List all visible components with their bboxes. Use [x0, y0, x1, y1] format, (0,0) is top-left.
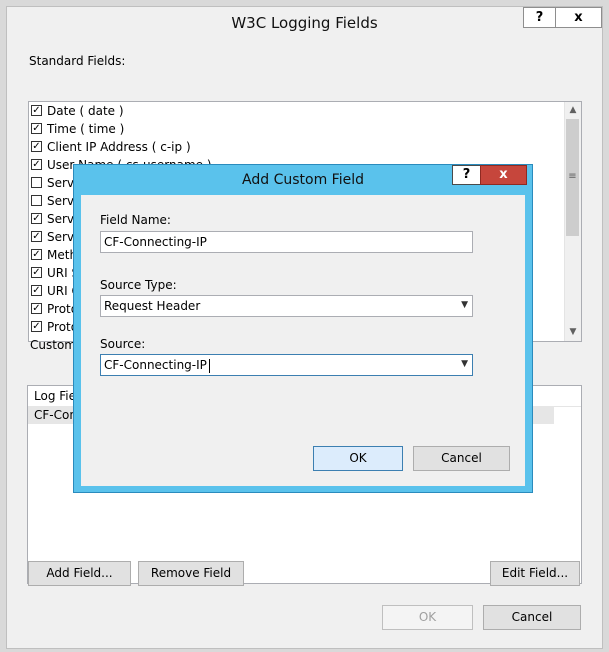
checked-checkbox[interactable]: ✓	[31, 141, 42, 152]
checked-checkbox[interactable]: ✓	[31, 249, 42, 260]
source-type-select[interactable]: Request Header ▼	[100, 295, 473, 317]
source-type-value: Request Header	[104, 299, 201, 313]
custom-fields-label: Custom	[30, 338, 76, 352]
add-custom-field-dialog: Add Custom Field ? x Field Name: CF-Conn…	[73, 164, 533, 493]
source-value: CF-Connecting-IP	[104, 358, 207, 372]
scroll-down-icon[interactable]: ▼	[565, 324, 581, 341]
checked-checkbox[interactable]: ✓	[31, 303, 42, 314]
standard-field-label: Time ( time )	[47, 122, 125, 136]
chevron-down-icon[interactable]: ▼	[461, 300, 468, 310]
source-type-label: Source Type:	[100, 278, 177, 292]
close-button[interactable]: x	[555, 7, 602, 28]
dialog-close-button[interactable]: x	[480, 165, 527, 185]
title-bar: W3C Logging Fields ? x	[7, 7, 602, 38]
field-name-value: CF-Connecting-IP	[104, 235, 207, 249]
remove-field-button[interactable]: Remove Field	[138, 561, 244, 586]
grip-icon: ≡	[568, 171, 577, 182]
dialog-help-button[interactable]: ?	[452, 165, 481, 185]
ok-button[interactable]: OK	[382, 605, 473, 630]
source-label: Source:	[100, 337, 146, 351]
scroll-up-icon[interactable]: ▲	[565, 102, 581, 119]
standard-fields-scrollbar[interactable]: ▲ ≡ ▼	[564, 102, 581, 341]
add-field-button[interactable]: Add Field...	[28, 561, 131, 586]
checked-checkbox[interactable]: ✓	[31, 123, 42, 134]
standard-field-label: Client IP Address ( c-ip )	[47, 140, 191, 154]
chevron-down-icon[interactable]: ▼	[461, 359, 468, 369]
checked-checkbox[interactable]: ✓	[31, 321, 42, 332]
checked-checkbox[interactable]: ✓	[31, 267, 42, 278]
field-name-label: Field Name:	[100, 213, 171, 227]
text-caret	[208, 358, 210, 373]
source-value-wrap: CF-Connecting-IP	[104, 358, 210, 373]
standard-field-label: Date ( date )	[47, 104, 124, 118]
unchecked-checkbox[interactable]	[31, 177, 42, 188]
dialog-body: Field Name: CF-Connecting-IP Source Type…	[81, 195, 525, 486]
field-name-input[interactable]: CF-Connecting-IP	[100, 231, 473, 253]
checked-checkbox[interactable]: ✓	[31, 105, 42, 116]
edit-field-button[interactable]: Edit Field...	[490, 561, 580, 586]
checked-checkbox[interactable]: ✓	[31, 159, 42, 170]
source-combobox[interactable]: CF-Connecting-IP ▼	[100, 354, 473, 376]
window-title: W3C Logging Fields	[231, 14, 378, 32]
standard-fields-label: Standard Fields:	[29, 54, 126, 68]
unchecked-checkbox[interactable]	[31, 195, 42, 206]
checked-checkbox[interactable]: ✓	[31, 213, 42, 224]
scroll-thumb[interactable]: ≡	[566, 119, 579, 236]
help-button[interactable]: ?	[523, 7, 556, 28]
checked-checkbox[interactable]: ✓	[31, 231, 42, 242]
custom-field-cell: CF-Con	[34, 408, 77, 422]
checked-checkbox[interactable]: ✓	[31, 285, 42, 296]
cancel-button[interactable]: Cancel	[483, 605, 581, 630]
dialog-cancel-button[interactable]: Cancel	[413, 446, 510, 471]
dialog-ok-button[interactable]: OK	[313, 446, 403, 471]
